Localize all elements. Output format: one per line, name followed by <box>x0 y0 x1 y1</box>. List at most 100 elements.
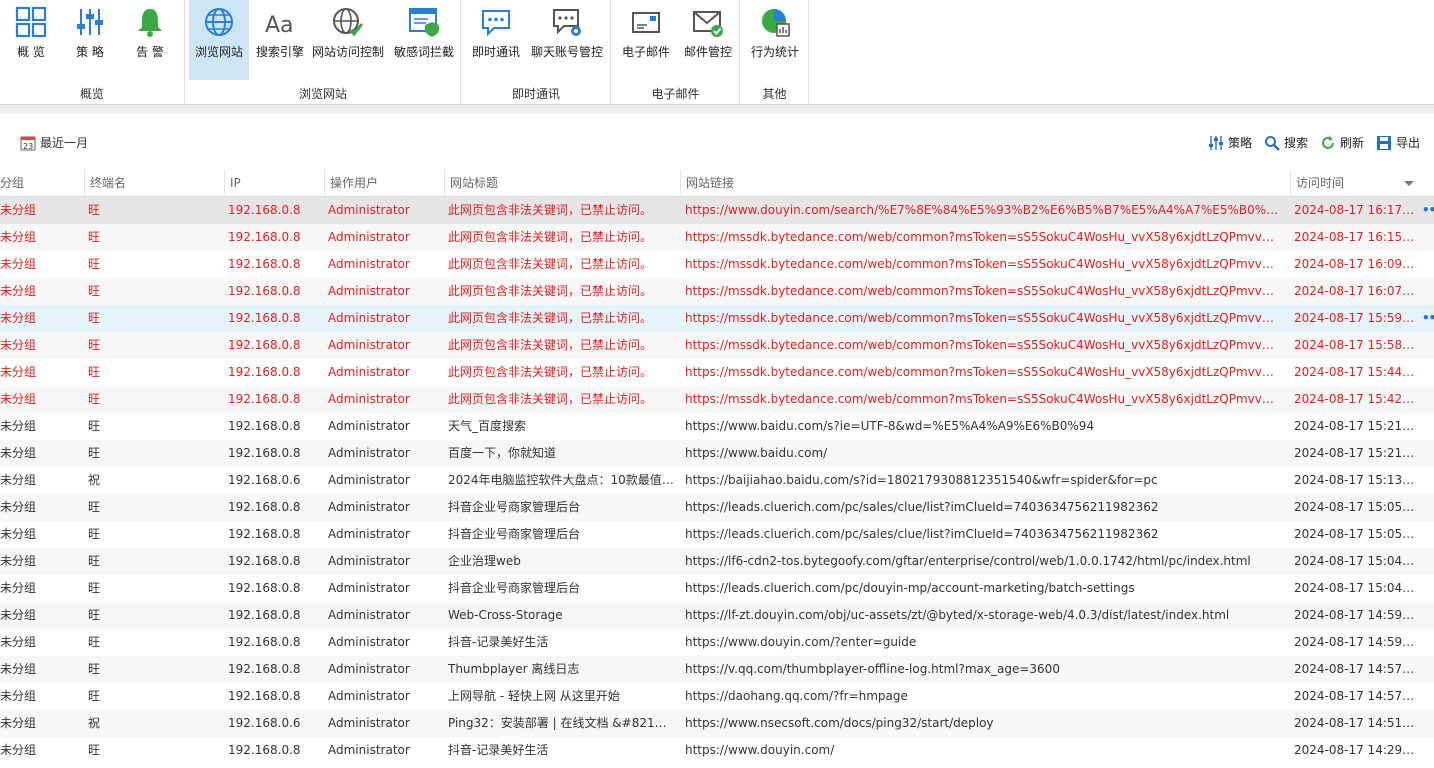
cell-terminal: 旺 <box>88 257 101 271</box>
cell-terminal: 旺 <box>88 689 101 703</box>
column-header-group[interactable]: 分组 <box>0 170 84 197</box>
table-row[interactable]: 未分组 旺 192.168.0.8 Administrator Thumbplayer … <box>0 656 1434 683</box>
table-row[interactable]: 未分组 祝 192.168.0.6 Administrator 2024年电脑监控软件大… <box>0 467 1434 494</box>
cell-group: 未分组 <box>0 473 37 487</box>
cell-time: 2024-08-17 15:05:11 <box>1294 527 1418 541</box>
cell-group: 未分组 <box>0 743 37 757</box>
column-header-ip[interactable]: IP <box>224 170 324 197</box>
email-control-button[interactable]: 邮件管控 <box>678 0 738 80</box>
cell-ip: 192.168.0.8 <box>228 419 301 433</box>
cell-user: Administrator <box>328 716 410 730</box>
column-header-title[interactable]: 网站标题 <box>444 170 680 197</box>
overview-button[interactable]: 概 览 <box>4 0 58 80</box>
table-body: 未分组旺 192.168.0.8 Administrator 此网页包含非法关键词，已… <box>0 197 1434 764</box>
cell-ip: 192.168.0.8 <box>228 527 301 541</box>
cell-user: Administrator <box>328 473 410 487</box>
table-row[interactable]: 未分组 旺 192.168.0.8 Administrator 抖音企业号商家管理后台 h… <box>0 521 1434 548</box>
table-row[interactable]: 未分组 旺 192.168.0.8 Administrator 此网页包含非法关键词，已… <box>0 197 1434 224</box>
cell-group: 未分组 <box>0 554 37 568</box>
cell-title: 2024年电脑监控软件大盘点：10款最值得推荐的软件 <box>448 473 674 487</box>
table-row[interactable]: 未分组 旺 192.168.0.8 Administrator Web-Cross-St… <box>0 602 1434 629</box>
cell-group: 未分组 <box>0 527 37 541</box>
cell-user: Administrator <box>328 608 410 622</box>
table-row[interactable]: 未分组 旺 192.168.0.8 Administrator 此网页包含非法关键词，已… <box>0 278 1434 305</box>
sort-descending-icon <box>1404 181 1414 186</box>
table-row[interactable]: 未分组 旺 192.168.0.8 Administrator 此网页包含非法关键词，已… <box>0 359 1434 386</box>
refresh-tool-button[interactable]: 刷新 <box>1320 134 1364 151</box>
cell-terminal: 旺 <box>88 662 101 676</box>
cell-group: 未分组 <box>0 284 37 298</box>
cell-url: https://daohang.qq.com/?fr=hmpage <box>685 689 908 703</box>
behavior-statistics-button[interactable]: 行为统计 <box>745 0 805 80</box>
cell-user: Administrator <box>328 527 410 541</box>
cell-terminal: 旺 <box>88 446 101 460</box>
cell-title: 此网页包含非法关键词，已禁止访问。 <box>448 203 653 217</box>
table-row[interactable]: 未分组 旺 192.168.0.8 Administrator 抖音企业号商家管理后台 h… <box>0 494 1434 521</box>
search-tool-button[interactable]: 搜索 <box>1264 134 1308 151</box>
table-header: 分组 终端名 IP 操作用户 网站标题 网站链接 访问时间 <box>0 170 1434 197</box>
cell-url: https://www.nsecsoft.com/docs/ping32/sta… <box>685 716 994 730</box>
browse-website-button[interactable]: 浏览网站 <box>189 0 249 80</box>
table-row[interactable]: 未分组 旺 192.168.0.8 Administrator 抖音企业号商家管理后台 h… <box>0 575 1434 602</box>
sensitive-word-block-button[interactable]: 敏感词拦截 <box>390 0 458 80</box>
alert-label: 告 警 <box>136 45 164 59</box>
export-tool-button[interactable]: 导出 <box>1376 134 1420 151</box>
cell-time: 2024-08-17 14:59:38 <box>1294 608 1418 622</box>
website-access-control-button[interactable]: 网站访问控制 <box>310 0 386 80</box>
cell-ip: 192.168.0.8 <box>228 743 301 757</box>
table-row[interactable]: 未分组 旺 192.168.0.8 Administrator 百度一下，你就知道 htt… <box>0 440 1434 467</box>
column-header-terminal[interactable]: 终端名 <box>84 170 224 197</box>
table-row[interactable]: 未分组 旺 192.168.0.8 Administrator 上网导航 - 轻快上网 … <box>0 683 1434 710</box>
table-row[interactable]: 未分组 旺 192.168.0.8 Administrator 此网页包含非法关键词，已… <box>0 305 1434 332</box>
cell-ip: 192.168.0.8 <box>228 392 301 406</box>
cell-url: https://www.baidu.com/ <box>685 446 828 460</box>
search-engine-button[interactable]: Aa 搜索引擎 <box>252 0 308 80</box>
cell-title: 此网页包含非法关键词，已禁止访问。 <box>448 257 653 271</box>
ribbon-group-email: 电子邮件 邮件管控 电子邮件 <box>612 0 740 104</box>
table-row[interactable]: 未分组 旺 192.168.0.8 Administrator 此网页包含非法关键词，已… <box>0 386 1434 413</box>
policy-tool-button[interactable]: 策略 <box>1208 134 1252 151</box>
cell-user: Administrator <box>328 743 410 757</box>
date-range-selector[interactable]: 23 最近一月 <box>20 134 88 151</box>
overview-label: 概 览 <box>17 45 45 59</box>
instant-messaging-button[interactable]: 即时通讯 <box>466 0 526 80</box>
cell-group: 未分组 <box>0 581 37 595</box>
chat-account-control-button[interactable]: 聊天账号管控 <box>528 0 606 80</box>
email-button[interactable]: 电子邮件 <box>616 0 676 80</box>
cell-url: https://mssdk.bytedance.com/web/common?m… <box>685 392 1281 406</box>
export-tool-label: 导出 <box>1395 136 1420 150</box>
cell-user: Administrator <box>328 338 410 352</box>
cell-ip: 192.168.0.8 <box>228 446 301 460</box>
table-row[interactable]: 未分组 旺 192.168.0.8 Administrator 此网页包含非法关键词，已… <box>0 251 1434 278</box>
column-header-url[interactable]: 网站链接 <box>680 170 1290 197</box>
table-row[interactable]: 未分组 旺 192.168.0.8 Administrator 天气_百度搜索 https… <box>0 413 1434 440</box>
cell-group: 未分组 <box>0 392 37 406</box>
cell-time: 2024-08-17 15:21:04 <box>1294 419 1418 433</box>
table-row[interactable]: 未分组 祝 192.168.0.6 Administrator Ping32：安装部署 … <box>0 710 1434 737</box>
cell-user: Administrator <box>328 284 410 298</box>
cell-ip: 192.168.0.6 <box>228 716 301 730</box>
cell-url: https://leads.cluerich.com/pc/sales/clue… <box>685 527 1159 541</box>
table-row[interactable]: 未分组 旺 192.168.0.8 Administrator 企业治理web https… <box>0 548 1434 575</box>
policy-button[interactable]: 策 略 <box>62 0 118 80</box>
row-more-icon[interactable]: ••• <box>1422 305 1434 332</box>
bell-icon <box>138 9 162 37</box>
sliders-icon <box>1208 135 1223 150</box>
cell-url: https://www.douyin.com/?enter=guide <box>685 635 917 649</box>
cell-ip: 192.168.0.8 <box>228 203 301 217</box>
table-row[interactable]: 未分组 旺 192.168.0.8 Administrator 抖音-记录美好生活 htt… <box>0 629 1434 656</box>
group-label-overview: 概览 <box>79 87 104 101</box>
cell-user: Administrator <box>328 419 410 433</box>
column-header-time[interactable]: 访问时间 <box>1290 170 1420 197</box>
cell-ip: 192.168.0.8 <box>228 554 301 568</box>
email-label: 电子邮件 <box>621 45 670 59</box>
table-row[interactable]: 未分组 旺 192.168.0.8 Administrator 此网页包含非法关键词，已… <box>0 224 1434 251</box>
cell-group: 未分组 <box>0 500 37 514</box>
table-row[interactable]: 未分组 旺 192.168.0.8 Administrator 此网页包含非法关键词，已… <box>0 332 1434 359</box>
column-header-user[interactable]: 操作用户 <box>324 170 444 197</box>
policy-label: 策 略 <box>76 45 104 59</box>
table-row[interactable]: 未分组 旺 192.168.0.8 Administrator 抖音-记录美好生活 htt… <box>0 737 1434 764</box>
cell-ip: 192.168.0.8 <box>228 635 301 649</box>
row-more-icon[interactable]: ••• <box>1422 197 1434 224</box>
alert-button[interactable]: 告 警 <box>122 0 178 80</box>
